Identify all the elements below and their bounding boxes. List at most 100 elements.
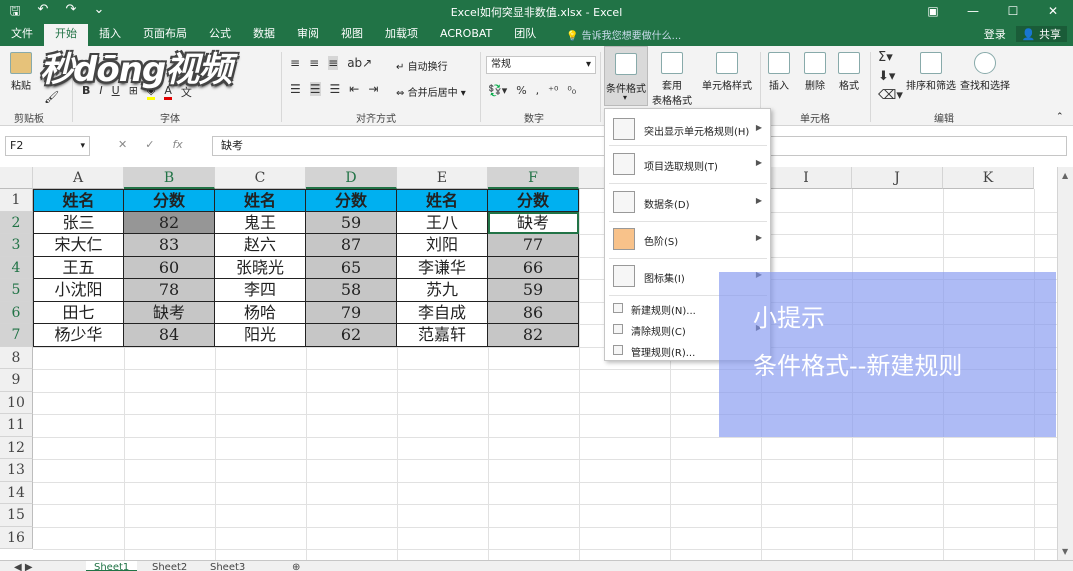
row-header[interactable]: 11 — [0, 414, 33, 437]
table-cell[interactable]: 王五 — [33, 256, 124, 279]
menu-item-color-scales[interactable]: 色阶(S) ▶ — [605, 228, 770, 252]
column-header[interactable]: I — [761, 167, 852, 189]
tab-5[interactable]: 数据 — [242, 22, 286, 46]
column-header[interactable]: K — [943, 167, 1034, 189]
menu-item-highlight-rules[interactable]: 突出显示单元格规则(H) ▶ — [605, 118, 770, 142]
sheet-tab[interactable]: Sheet2 — [144, 561, 195, 571]
table-cell[interactable]: 77 — [488, 234, 579, 257]
table-cell[interactable]: 58 — [306, 279, 397, 302]
table-cell[interactable]: 缺考 — [488, 211, 579, 234]
table-cell[interactable]: 82 — [124, 211, 215, 234]
clear-icon[interactable]: ⌫▾ — [878, 88, 903, 103]
table-cell[interactable]: 李四 — [215, 279, 306, 302]
merge-center-button[interactable]: ⇔ 合并后居中 ▾ — [396, 84, 466, 99]
increase-decimal-icon[interactable]: ⁺⁰ — [548, 84, 558, 97]
menu-item-top-bottom[interactable]: 项目选取规则(T) ▶ — [605, 153, 770, 177]
tab-10[interactable]: 团队 — [503, 22, 547, 46]
table-cell[interactable]: 59 — [488, 279, 579, 302]
cell-styles-button[interactable]: 单元格样式 — [702, 52, 752, 92]
find-select-button[interactable]: 查找和选择 — [960, 52, 1010, 92]
tab-9[interactable]: ACROBAT — [429, 22, 503, 46]
column-header[interactable]: E — [397, 167, 488, 189]
row-header[interactable]: 9 — [0, 369, 33, 392]
row-header[interactable]: 5 — [0, 279, 33, 302]
align-right-icon[interactable]: ☰ — [330, 82, 341, 96]
table-header-cell[interactable]: 分数 — [124, 189, 215, 212]
table-header-cell[interactable]: 分数 — [306, 189, 397, 212]
table-cell[interactable]: 阳光 — [215, 324, 306, 347]
column-header[interactable]: D — [306, 167, 397, 189]
select-all-corner[interactable] — [0, 167, 33, 189]
table-cell[interactable]: 66 — [488, 256, 579, 279]
table-header-cell[interactable]: 姓名 — [397, 189, 488, 212]
scroll-down-icon[interactable]: ▼ — [1062, 547, 1068, 556]
share-button[interactable]: 👤 共享 — [1015, 26, 1067, 42]
align-center-icon[interactable]: ☰ — [309, 82, 321, 96]
table-cell[interactable]: 苏九 — [397, 279, 488, 302]
vertical-scrollbar[interactable]: ▲ ▼ — [1057, 167, 1073, 560]
sheet-tab[interactable]: Sheet1 — [86, 561, 138, 571]
percent-button[interactable]: % — [516, 84, 526, 97]
align-bottom-icon[interactable]: ≡ — [328, 56, 339, 70]
table-cell[interactable]: 87 — [306, 234, 397, 257]
row-header[interactable]: 6 — [0, 301, 33, 324]
tab-6[interactable]: 审阅 — [286, 22, 330, 46]
table-cell[interactable]: 鬼王 — [215, 211, 306, 234]
conditional-format-button[interactable]: 条件格式 ▾ — [604, 46, 648, 106]
sheet-nav-icon[interactable]: ◀ ▶ — [6, 561, 41, 571]
delete-cells-button[interactable]: 删除 — [804, 52, 826, 92]
menu-item-data-bars[interactable]: 数据条(D) ▶ — [605, 191, 770, 215]
autosum-icon[interactable]: Σ▾ — [878, 50, 903, 65]
table-cell[interactable]: 田七 — [33, 301, 124, 324]
table-cell[interactable]: 84 — [124, 324, 215, 347]
paste-button[interactable]: 粘贴 — [10, 52, 32, 92]
maximize-button[interactable]: ☐ — [993, 0, 1033, 22]
column-header[interactable]: A — [33, 167, 124, 189]
row-header[interactable]: 10 — [0, 391, 33, 414]
indent-decrease-icon[interactable]: ⇤ — [349, 82, 359, 96]
currency-icon[interactable]: 💱▾ — [488, 84, 507, 97]
insert-function-icon[interactable]: fx — [172, 138, 182, 151]
row-header[interactable]: 13 — [0, 459, 33, 482]
table-cell[interactable]: 62 — [306, 324, 397, 347]
table-cell[interactable]: 60 — [124, 256, 215, 279]
row-header[interactable]: 8 — [0, 346, 33, 369]
insert-cells-button[interactable]: 插入 — [768, 52, 790, 92]
table-cell[interactable]: 赵六 — [215, 234, 306, 257]
name-box[interactable]: F2 ▾ — [5, 136, 90, 156]
sheet-tab[interactable]: Sheet3 — [202, 561, 253, 571]
format-painter-icon[interactable]: 🖌 — [44, 90, 59, 104]
table-cell[interactable]: 86 — [488, 301, 579, 324]
table-cell[interactable]: 张三 — [33, 211, 124, 234]
table-header-cell[interactable]: 姓名 — [33, 189, 124, 212]
row-header[interactable]: 2 — [0, 211, 33, 234]
minimize-button[interactable]: — — [953, 0, 993, 22]
align-left-icon[interactable]: ☰ — [290, 82, 301, 96]
table-cell[interactable]: 王八 — [397, 211, 488, 234]
comma-button[interactable]: , — [536, 84, 540, 97]
orientation-icon[interactable]: ab↗ — [347, 56, 372, 70]
sort-filter-button[interactable]: 排序和筛选 — [906, 52, 956, 92]
format-as-table-button[interactable]: 套用 表格格式 — [652, 52, 692, 107]
table-cell[interactable]: 78 — [124, 279, 215, 302]
wrap-text-button[interactable]: ↵ 自动换行 — [396, 58, 448, 73]
table-cell[interactable]: 缺考 — [124, 301, 215, 324]
table-cell[interactable]: 杨哈 — [215, 301, 306, 324]
fill-icon[interactable]: ⬇▾ — [878, 69, 903, 84]
row-header[interactable]: 12 — [0, 436, 33, 459]
indent-increase-icon[interactable]: ⇥ — [368, 82, 378, 96]
align-middle-icon[interactable]: ≡ — [309, 56, 319, 70]
enter-icon[interactable]: ✓ — [145, 138, 154, 151]
row-header[interactable]: 7 — [0, 324, 33, 347]
table-cell[interactable]: 张晓光 — [215, 256, 306, 279]
add-sheet-icon[interactable]: ⊕ — [284, 561, 308, 571]
table-cell[interactable]: 小沈阳 — [33, 279, 124, 302]
column-header[interactable]: C — [215, 167, 306, 189]
table-cell[interactable]: 杨少华 — [33, 324, 124, 347]
login-link[interactable]: 登录 — [984, 26, 1006, 42]
tab-0[interactable]: 文件 — [0, 22, 44, 46]
table-cell[interactable]: 59 — [306, 211, 397, 234]
row-header[interactable]: 14 — [0, 481, 33, 504]
align-top-icon[interactable]: ≡ — [290, 56, 300, 70]
number-format-select[interactable]: 常规 ▾ — [486, 56, 596, 74]
